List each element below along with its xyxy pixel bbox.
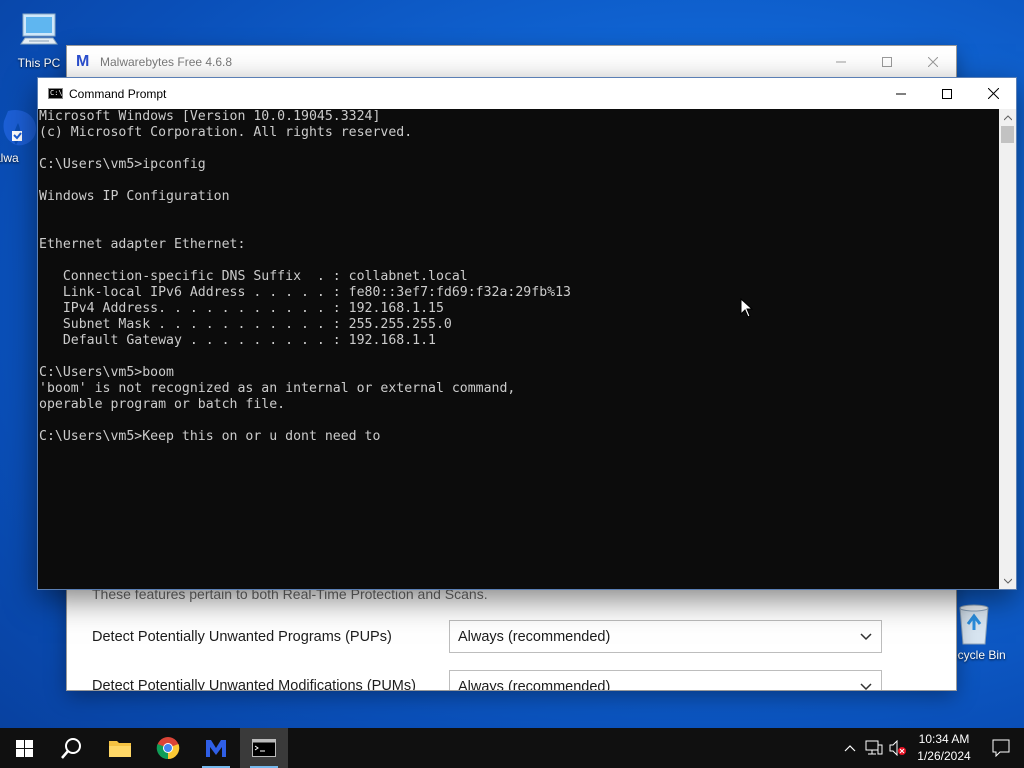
folder-icon: [109, 741, 131, 757]
chevron-down-icon: [1003, 578, 1012, 584]
command-prompt-window: C:\ Command Prompt Microsoft Windows [Ve…: [38, 78, 1016, 589]
pum-dropdown[interactable]: Always (recommended): [449, 670, 882, 690]
network-button[interactable]: [862, 728, 886, 768]
minimize-button[interactable]: [818, 46, 864, 77]
console-output[interactable]: Microsoft Windows [Version 10.0.19045.33…: [38, 109, 999, 589]
pup-setting-row: Detect Potentially Unwanted Programs (PU…: [92, 620, 892, 656]
pup-dropdown[interactable]: Always (recommended): [449, 620, 882, 653]
chrome-icon: [156, 737, 180, 760]
taskbar: 10:34 AM 1/26/2024: [0, 728, 1024, 768]
search-button[interactable]: [48, 728, 96, 768]
windows-logo-icon: [15, 739, 33, 757]
malwarebytes-title-icon: M: [76, 52, 90, 70]
command-prompt-title: Command Prompt: [69, 86, 167, 101]
vertical-scrollbar[interactable]: [999, 109, 1016, 589]
system-tray: 10:34 AM 1/26/2024: [838, 728, 1024, 768]
clock-time: 10:34 AM: [918, 732, 970, 746]
console-text: Microsoft Windows [Version 10.0.19045.33…: [39, 109, 571, 444]
maximize-button[interactable]: [864, 46, 910, 77]
pum-label: Detect Potentially Unwanted Modification…: [92, 678, 416, 690]
pup-dropdown-value: Always (recommended): [458, 629, 611, 645]
scroll-up-button[interactable]: [999, 109, 1016, 126]
chevron-up-icon: [844, 745, 856, 752]
malwarebytes-icon: [206, 740, 226, 757]
command-prompt-title-icon: C:\: [48, 88, 63, 99]
minimize-icon: [836, 61, 846, 62]
this-pc-label: This PC: [17, 56, 61, 70]
scroll-down-button[interactable]: [999, 572, 1016, 589]
malwarebytes-taskbar-button[interactable]: [192, 728, 240, 768]
chevron-up-icon: [1003, 114, 1012, 120]
recycle-bin-icon: [959, 604, 989, 645]
network-icon: [865, 740, 883, 755]
start-button[interactable]: [0, 728, 48, 768]
pup-label: Detect Potentially Unwanted Programs (PU…: [92, 629, 392, 645]
chevron-down-icon: [860, 683, 872, 690]
action-center-button[interactable]: [978, 728, 1024, 768]
show-hidden-icons-button[interactable]: [838, 728, 862, 768]
mouse-cursor-icon: [740, 298, 754, 318]
minimize-icon: [896, 93, 906, 94]
command-prompt-icon: [252, 739, 276, 757]
search-icon: [61, 738, 81, 759]
file-explorer-button[interactable]: [96, 728, 144, 768]
pum-dropdown-value: Always (recommended): [458, 679, 611, 690]
notification-icon: [992, 739, 1010, 757]
clock[interactable]: 10:34 AM 1/26/2024: [910, 731, 978, 765]
maximize-icon: [882, 56, 892, 67]
close-icon: [987, 88, 999, 99]
malwarebytes-title: Malwarebytes Free 4.6.8: [100, 54, 233, 69]
pum-setting-row: Detect Potentially Unwanted Modification…: [92, 670, 892, 690]
command-prompt-titlebar[interactable]: C:\ Command Prompt: [38, 78, 1016, 109]
malwarebytes-logo-icon: [3, 109, 36, 146]
scrollbar-thumb[interactable]: [1001, 126, 1014, 143]
command-prompt-taskbar-button[interactable]: [240, 728, 288, 768]
close-button[interactable]: [910, 46, 956, 77]
volume-button[interactable]: [886, 728, 910, 768]
chevron-down-icon: [860, 633, 872, 641]
chrome-button[interactable]: [144, 728, 192, 768]
malwarebytes-desktop-label: Malwa: [0, 151, 19, 165]
minimize-button[interactable]: [878, 78, 924, 109]
this-pc-desktop-icon[interactable]: This PC: [3, 10, 75, 70]
maximize-icon: [942, 88, 952, 99]
clock-date: 1/26/2024: [917, 749, 971, 763]
computer-icon: [20, 13, 58, 45]
close-icon: [928, 56, 938, 67]
close-button[interactable]: [970, 78, 1016, 109]
volume-muted-icon: [889, 740, 906, 756]
maximize-button[interactable]: [924, 78, 970, 109]
malwarebytes-titlebar[interactable]: M Malwarebytes Free 4.6.8: [67, 46, 956, 77]
